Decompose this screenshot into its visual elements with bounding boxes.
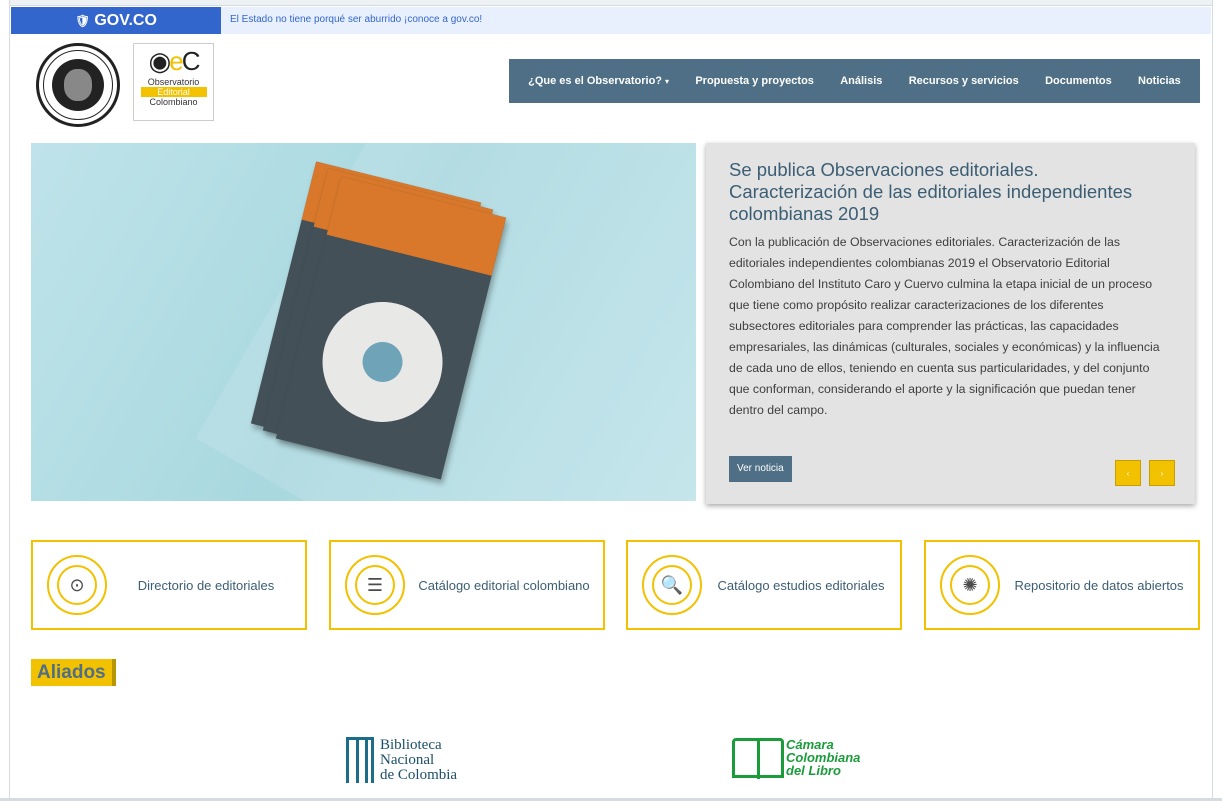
hero-image[interactable] (31, 143, 696, 501)
chevron-down-icon: ▾ (665, 77, 670, 86)
bnc-line1: Biblioteca (380, 736, 442, 753)
gov-bar: 🛡 GOV.CO El Estado no tiene porqué ser a… (11, 7, 1211, 34)
feature-repositorio-datos[interactable]: ✺ Repositorio de datos abiertos (924, 540, 1200, 630)
hero-body: Con la publicación de Observaciones edit… (729, 235, 1160, 417)
oec-logo-line1: Observatorio (147, 77, 200, 87)
hero-title[interactable]: Se publica Observaciones editoriales. Ca… (729, 159, 1171, 225)
feature-label: Catálogo estudios editoriales (717, 577, 885, 593)
oec-mark: ◉eC (148, 46, 201, 76)
gov-bar-message[interactable]: El Estado no tiene porqué ser aburrido ¡… (230, 14, 482, 25)
carousel-prev-button[interactable]: ‹ (1115, 460, 1141, 486)
aliados-heading: Aliados (31, 659, 116, 686)
observatorio-editorial-logo[interactable]: ◉eC Observatorio Editorial Colombiano (133, 43, 214, 121)
document-search-icon: 🔍 (642, 555, 702, 615)
oec-logo-line3: Colombiano (149, 97, 198, 107)
archive-icon: ☰ (345, 555, 405, 615)
carousel-next-button[interactable]: › (1149, 460, 1175, 486)
main-navigation: ¿Que es el Observatorio? ▾ Propuesta y pr… (509, 59, 1200, 103)
feature-label: Catálogo editorial colombiano (418, 577, 590, 593)
nav-item-noticias[interactable]: Noticias (1138, 75, 1181, 87)
nav-item-recursos[interactable]: Recursos y servicios (909, 75, 1019, 87)
gov-shield-icon: 🛡 (75, 13, 91, 28)
window-right-edge (1212, 0, 1222, 801)
gov-co-logo[interactable]: 🛡 GOV.CO (11, 7, 221, 34)
chevron-left-icon: ‹ (1126, 468, 1130, 478)
nav-item-analisis[interactable]: Análisis (840, 75, 882, 87)
ver-noticia-button[interactable]: Ver noticia (729, 456, 792, 482)
window-top-edge (0, 0, 1222, 6)
feature-directorio-editoriales[interactable]: ⊙ Directorio de editoriales (31, 540, 307, 630)
target-icon: ⊙ (47, 555, 107, 615)
instituto-caro-cuervo-logo[interactable] (36, 43, 120, 127)
nav-item-documentos[interactable]: Documentos (1045, 75, 1112, 87)
open-book-icon (732, 737, 784, 779)
ccl-text: Cámara Colombiana del Libro (786, 738, 860, 777)
ccl-line3: del Libro (786, 763, 841, 778)
oec-logo-line2: Editorial (140, 87, 207, 97)
biblioteca-nacional-logo[interactable]: Biblioteca Nacional de Colombia (346, 735, 486, 785)
network-icon: ✺ (940, 555, 1000, 615)
logo-portrait (52, 59, 104, 111)
hero-news-card: Se publica Observaciones editoriales. Ca… (706, 143, 1195, 504)
bnc-line2: Nacional (380, 751, 435, 768)
feature-label: Directorio de editoriales (137, 577, 275, 593)
feature-catalogo-editorial[interactable]: ☰ Catálogo editorial colombiano (329, 540, 605, 630)
nav-item-label: ¿Que es el Observatorio? (528, 75, 663, 87)
nav-item-observatorio[interactable]: ¿Que es el Observatorio? ▾ (528, 75, 669, 87)
bnc-line3: de Colombia (380, 766, 458, 783)
camara-colombiana-libro-logo[interactable]: Cámara Colombiana del Libro (732, 730, 892, 785)
chevron-right-icon: › (1160, 468, 1164, 478)
gov-co-logo-text: GOV.CO (94, 11, 157, 29)
feature-label: Repositorio de datos abiertos (1014, 577, 1184, 593)
bnc-text: Biblioteca Nacional de Colombia (380, 736, 458, 783)
bnc-mark-icon (346, 737, 374, 783)
window-left-edge (0, 0, 10, 801)
feature-catalogo-estudios[interactable]: 🔍 Catálogo estudios editoriales (626, 540, 902, 630)
nav-item-propuesta[interactable]: Propuesta y proyectos (695, 75, 814, 87)
